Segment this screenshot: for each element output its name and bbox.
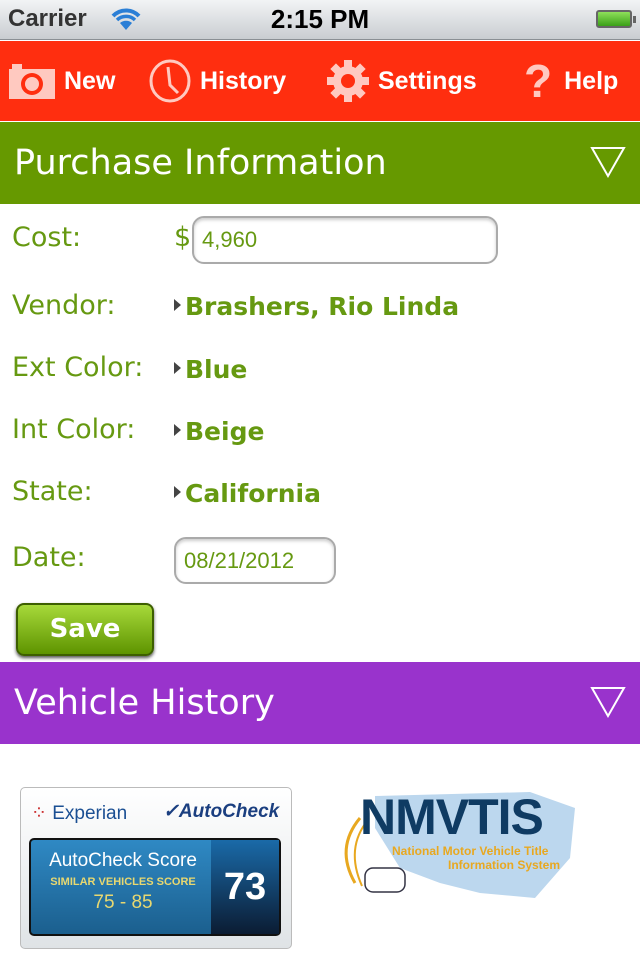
ext-color-selector[interactable]: Blue <box>174 355 247 384</box>
toolbar: New History Settings ? Help <box>0 41 640 121</box>
nmvtis-report-button[interactable]: NMVTIS National Motor Vehicle Title Info… <box>330 788 590 908</box>
help-button[interactable]: ? Help <box>524 41 618 121</box>
vendor-selector[interactable]: Brashers, Rio Linda <box>174 292 459 321</box>
score-panel: AutoCheck Score SIMILAR VEHICLES SCORE 7… <box>29 838 281 936</box>
clock-icon <box>149 59 191 103</box>
date-label: Date: <box>12 542 86 573</box>
cost-label: Cost: <box>12 222 82 253</box>
section-title: Vehicle History <box>14 683 275 723</box>
autocheck-score: 73 <box>211 840 279 934</box>
battery-icon <box>596 10 636 28</box>
question-icon: ? <box>524 55 553 107</box>
int-color-selector[interactable]: Beige <box>174 417 264 446</box>
section-title: Purchase Information <box>14 143 387 183</box>
cost-input[interactable]: 4,960 <box>192 216 498 264</box>
gear-icon <box>327 60 369 102</box>
status-bar: Carrier 2:15 PM <box>0 0 640 40</box>
save-button[interactable]: Save <box>16 603 154 656</box>
date-input[interactable]: 08/21/2012 <box>174 537 336 584</box>
camera-icon <box>9 64 55 99</box>
int-color-label: Int Color: <box>12 414 136 445</box>
state-selector[interactable]: California <box>174 479 321 508</box>
collapse-triangle-icon[interactable] <box>590 686 626 718</box>
history-button[interactable]: History <box>148 41 286 121</box>
history-section-header[interactable]: Vehicle History <box>0 662 640 744</box>
vendor-label: Vendor: <box>12 290 116 321</box>
clock: 2:15 PM <box>270 4 370 34</box>
autocheck-report-button[interactable]: ⁘ Experian ✓AutoCheck AutoCheck Score SI… <box>20 787 292 949</box>
ext-color-label: Ext Color: <box>12 352 144 383</box>
currency-symbol: $ <box>174 222 192 253</box>
experian-logo: ⁘ Experian <box>31 803 128 824</box>
state-label: State: <box>12 476 93 507</box>
collapse-triangle-icon[interactable] <box>590 146 626 178</box>
new-button[interactable]: New <box>8 41 115 121</box>
autocheck-logo: ✓AutoCheck <box>163 801 280 822</box>
settings-button[interactable]: Settings <box>326 41 477 121</box>
purchase-section-header[interactable]: Purchase Information <box>0 122 640 204</box>
